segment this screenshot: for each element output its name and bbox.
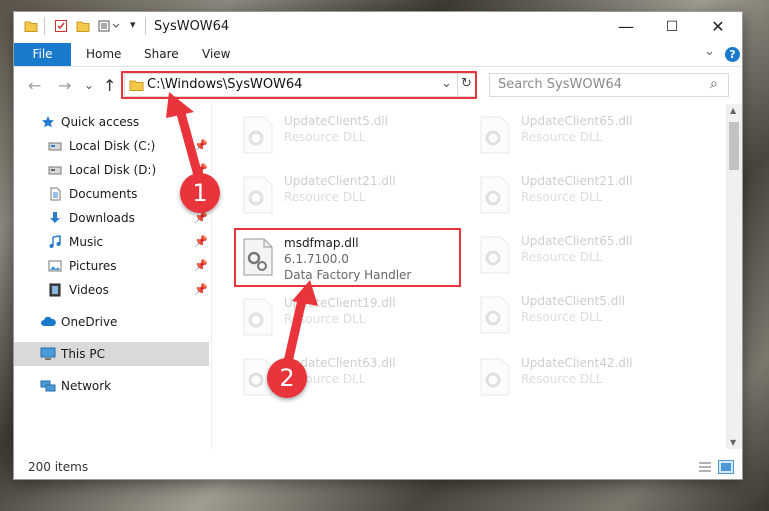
annotation-arrows — [166, 92, 318, 367]
step-badge-1: 1 — [180, 173, 220, 213]
arrow-2 — [283, 280, 318, 367]
step-badge-2: 2 — [267, 358, 307, 398]
arrow-1 — [166, 92, 203, 180]
